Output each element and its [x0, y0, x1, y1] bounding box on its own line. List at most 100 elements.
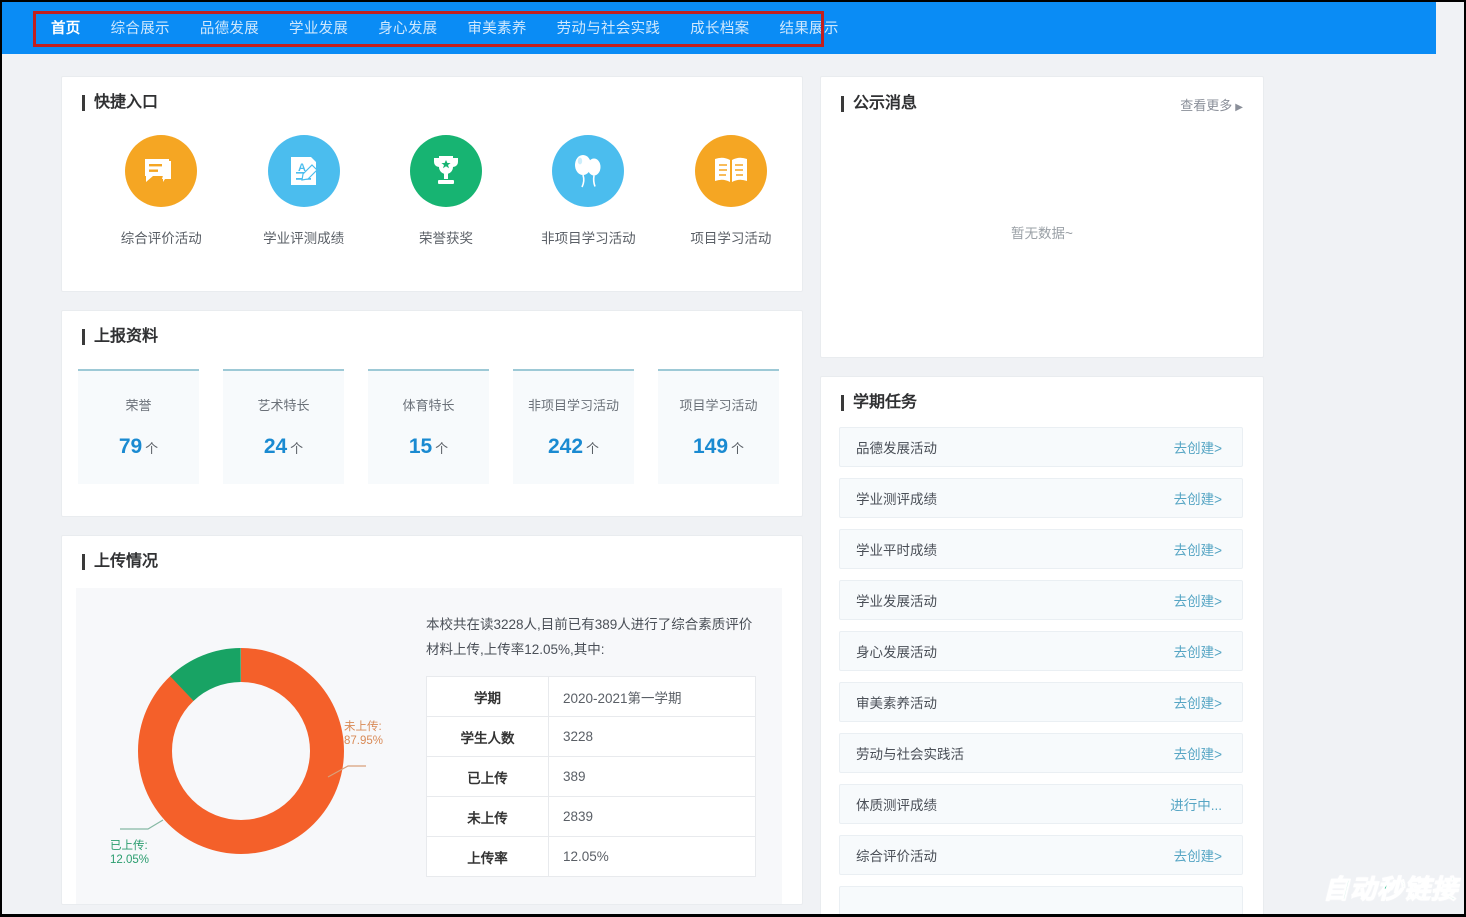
reported-title-text: 上报资料: [94, 328, 159, 345]
upload-donut-chart: 未上传: 87.95% 已上传: 12.05%: [76, 604, 426, 884]
upload-table-value-0: 2020-2021第一学期: [548, 676, 756, 717]
upload-table-key-1: 学生人数: [426, 716, 549, 757]
view-more-label: 查看更多: [1180, 98, 1233, 113]
task-row-0[interactable]: 品德发展活动 去创建>: [839, 427, 1243, 467]
donut-label-unuploaded-value: 87.95%: [344, 735, 384, 747]
upload-table-value-1: 3228: [548, 716, 756, 757]
title-accent-bar: [841, 395, 844, 411]
task-action-7[interactable]: 进行中...: [1170, 794, 1222, 814]
nav-item-1[interactable]: 综合展示: [96, 11, 185, 47]
upload-table-row: 已上传 389: [426, 756, 756, 797]
open-book-icon: [694, 135, 767, 207]
task-row-8[interactable]: 综合评价活动 去创建>: [839, 835, 1243, 875]
top-navigation-bar: 首页 综合展示 品德发展 学业发展 身心发展 审美素养 劳动与社会实践 成长档案 结果展示: [2, 2, 1436, 54]
task-row-6[interactable]: 劳动与社会实践活 去创建>: [839, 733, 1243, 773]
upload-table-value-2: 389: [548, 756, 756, 797]
quick-entry-card: 快捷入口 综合评价活动 A 学业评测成绩 荣誉获奖 非项目学习活动 项目学习活动: [61, 76, 803, 292]
reported-stat-value-0: 79 个: [118, 435, 159, 458]
task-name-8: 综合评价活动: [856, 849, 937, 864]
nav-item-7[interactable]: 成长档案: [675, 11, 764, 47]
upload-table-key-4: 上传率: [426, 836, 549, 877]
upload-status-title: 上传情况: [62, 536, 802, 572]
task-action-4[interactable]: 去创建>: [1174, 641, 1222, 661]
task-name-4: 身心发展活动: [856, 645, 937, 660]
nav-item-6[interactable]: 劳动与社会实践: [542, 11, 676, 47]
task-name-7: 体质测评成绩: [856, 798, 937, 813]
task-action-2[interactable]: 去创建>: [1174, 539, 1222, 559]
reported-stat-label-3: 非项目学习活动: [527, 398, 619, 413]
quick-entry-title: 快捷入口: [62, 77, 802, 113]
nav-item-3[interactable]: 学业发展: [274, 11, 363, 47]
upload-table-row: 上传率 12.05%: [426, 836, 756, 877]
reported-stat-1: 艺术特长 24 个: [223, 369, 344, 484]
reported-stat-list: 荣誉 79 个 艺术特长 24 个 体育特长 15 个 非项目学习活动 242 个 项目学习活动 149 个: [62, 347, 802, 484]
task-action-0[interactable]: 去创建>: [1174, 437, 1222, 457]
task-action-5[interactable]: 去创建>: [1174, 692, 1222, 712]
task-row-7[interactable]: 体质测评成绩 进行中...: [839, 784, 1243, 824]
task-action-8[interactable]: 去创建>: [1174, 845, 1222, 865]
task-row-2[interactable]: 学业平时成绩 去创建>: [839, 529, 1243, 569]
upload-table-row: 学期 2020-2021第一学期: [426, 676, 756, 717]
watermark: 自动秒链接: [1322, 874, 1458, 905]
donut-label-uploaded: 已上传: 12.05%: [110, 839, 149, 867]
task-row-1[interactable]: 学业测评成绩 去创建>: [839, 478, 1243, 518]
task-name-2: 学业平时成绩: [856, 543, 937, 558]
reported-stat-value-4: 149 个: [692, 435, 745, 458]
announcements-title: 公示消息: [821, 78, 917, 114]
nav-item-0[interactable]: 首页: [36, 11, 96, 47]
donut-leader-line-uploaded: [120, 819, 164, 830]
reported-stat-label-1: 艺术特长: [257, 398, 310, 413]
reported-materials-card: 上报资料 荣誉 79 个 艺术特长 24 个 体育特长 15 个 非项目学习活动 242 个 项目学习活…: [61, 310, 803, 517]
quick-entry-item-1[interactable]: A 学业评测成绩: [232, 135, 374, 247]
upload-status-card: 上传情况 未上传: 87.95% 已上传: 12.05% 本校共在读3228人,…: [61, 535, 803, 905]
upload-table-key-3: 未上传: [426, 796, 549, 837]
task-action-6[interactable]: 去创建>: [1174, 743, 1222, 763]
reported-stat-value-1: 24 个: [263, 435, 304, 458]
task-row-9[interactable]: [839, 886, 1243, 914]
view-more-button[interactable]: 查看更多 ▶: [1180, 77, 1243, 114]
reported-stat-value-3: 242 个: [547, 435, 600, 458]
upload-table-key-0: 学期: [426, 676, 549, 717]
reported-stat-3: 非项目学习活动 242 个: [513, 369, 634, 484]
task-name-0: 品德发展活动: [856, 441, 937, 456]
upload-status-title-text: 上传情况: [94, 553, 159, 570]
nav-item-list: 首页 综合展示 品德发展 学业发展 身心发展 审美素养 劳动与社会实践 成长档案 结果展示: [36, 11, 854, 47]
balloons-icon: [552, 135, 625, 207]
task-name-3: 学业发展活动: [856, 594, 937, 609]
quick-entry-item-2[interactable]: 荣誉获奖: [375, 135, 517, 247]
quick-entry-item-0[interactable]: 综合评价活动: [90, 135, 232, 247]
task-name-5: 审美素养活动: [856, 696, 937, 711]
task-row-5[interactable]: 审美素养活动 去创建>: [839, 682, 1243, 722]
quick-entry-label-1: 学业评测成绩: [263, 231, 345, 246]
quick-entry-title-text: 快捷入口: [94, 94, 159, 111]
right-column: 公示消息 查看更多 ▶ 暂无数据~ 学期任务 品德发展活动 去创建> 学业测评成绩 去创…: [820, 76, 1264, 914]
task-action-3[interactable]: 去创建>: [1174, 590, 1222, 610]
nav-item-2[interactable]: 品德发展: [185, 11, 274, 47]
reported-stat-label-0: 荣誉: [125, 398, 152, 413]
nav-item-8[interactable]: 结果展示: [764, 11, 853, 47]
donut-label-uploaded-value: 12.05%: [110, 854, 150, 866]
task-row-3[interactable]: 学业发展活动 去创建>: [839, 580, 1243, 620]
quick-entry-label-2: 荣誉获奖: [419, 231, 474, 246]
announcements-header: 公示消息 查看更多 ▶: [821, 77, 1263, 114]
nav-item-4[interactable]: 身心发展: [363, 11, 452, 47]
upload-table-value-4: 12.05%: [548, 836, 756, 877]
task-action-1[interactable]: 去创建>: [1174, 488, 1222, 508]
quick-entry-item-3[interactable]: 非项目学习活动: [517, 135, 659, 247]
donut-label-unuploaded: 未上传: 87.95%: [344, 720, 383, 748]
trophy-icon: [410, 135, 483, 207]
reported-stat-0: 荣誉 79 个: [78, 369, 199, 484]
page-content: 快捷入口 综合评价活动 A 学业评测成绩 荣誉获奖 非项目学习活动 项目学习活动…: [2, 54, 1436, 914]
donut-label-uploaded-name: 已上传:: [110, 840, 148, 852]
quick-entry-item-4[interactable]: 项目学习活动: [660, 135, 802, 247]
task-name-1: 学业测评成绩: [856, 492, 937, 507]
reported-stat-4: 项目学习活动 149 个: [658, 369, 779, 484]
nav-item-5[interactable]: 审美素养: [452, 11, 541, 47]
reported-stat-label-2: 体育特长: [402, 398, 455, 413]
upload-table-value-3: 2839: [548, 796, 756, 837]
exam-paper-icon: A: [267, 135, 340, 207]
quick-entry-label-0: 综合评价活动: [120, 231, 202, 246]
upload-table-row: 未上传 2839: [426, 796, 756, 837]
comment-board-icon: [125, 135, 198, 207]
task-row-4[interactable]: 身心发展活动 去创建>: [839, 631, 1243, 671]
